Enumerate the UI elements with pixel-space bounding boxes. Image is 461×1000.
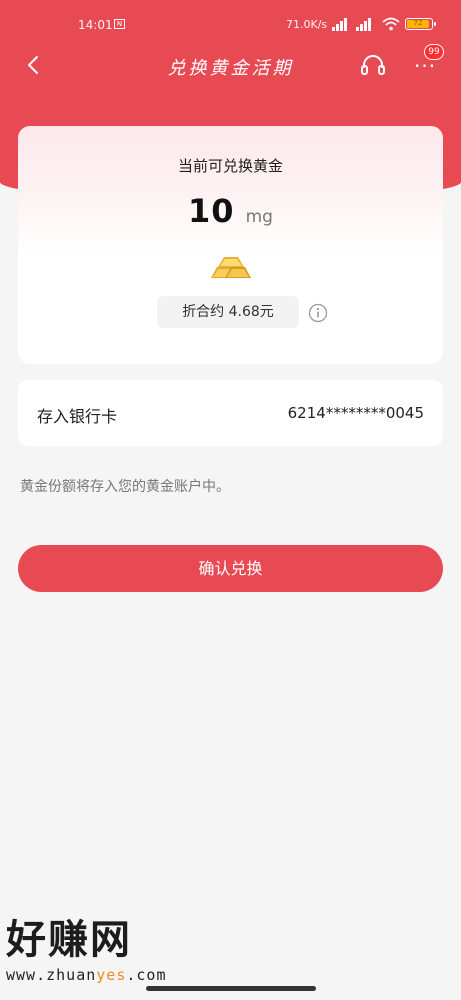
watermark-logo: 好赚网 www.zhuanyes.com [6, 918, 206, 988]
bank-card-label: 存入银行卡 [37, 407, 118, 426]
watermark-title: 好赚网 [6, 917, 132, 963]
signal-icon-2 [356, 17, 376, 31]
equivalent-value-pill: 折合约 4.68元 [157, 296, 299, 328]
gold-amount: 10 mg [18, 192, 443, 230]
home-indicator[interactable] [146, 986, 316, 991]
watermark-url: www.zhuanyes.com [6, 966, 206, 984]
nav-bar: 兑换黄金活期 ··· 99 [0, 44, 461, 88]
page-title: 兑换黄金活期 [167, 58, 294, 79]
battery-level: 72 [407, 20, 429, 28]
gold-bar-icon [211, 257, 251, 278]
headset-icon [361, 55, 385, 75]
customer-service-button[interactable] [358, 50, 388, 80]
watermark-url-suffix: .com [126, 966, 167, 984]
sim-card-icon: N [114, 19, 125, 29]
battery-icon: 72 [405, 18, 436, 30]
bank-card-selector[interactable]: 存入银行卡 6214********0045 [18, 380, 443, 446]
network-speed: 71.0K/s [286, 18, 328, 31]
gold-amount-value: 10 [188, 192, 235, 230]
bank-card-number: 6214********0045 [287, 404, 424, 422]
confirm-exchange-button[interactable]: 确认兑换 [18, 545, 443, 592]
more-dots-icon: ··· [414, 54, 437, 78]
wifi-icon [382, 17, 400, 31]
gold-summary-card: 当前可兑换黄金 10 mg 折合约 4.68元 [18, 126, 443, 364]
deposit-note: 黄金份额将存入您的黄金账户中。 [20, 479, 230, 495]
exchangeable-gold-label: 当前可兑换黄金 [177, 157, 283, 175]
signal-icon [332, 17, 352, 31]
status-time: 14:01 [78, 18, 113, 32]
watermark-url-prefix: www.zhuan [6, 966, 97, 984]
status-bar: 14:01 N 71.0K/s 72 [0, 0, 461, 44]
notification-badge: 99 [424, 44, 444, 60]
gold-amount-unit: mg [245, 207, 273, 227]
info-icon[interactable] [308, 303, 328, 323]
watermark-url-highlight: yes [96, 966, 127, 984]
